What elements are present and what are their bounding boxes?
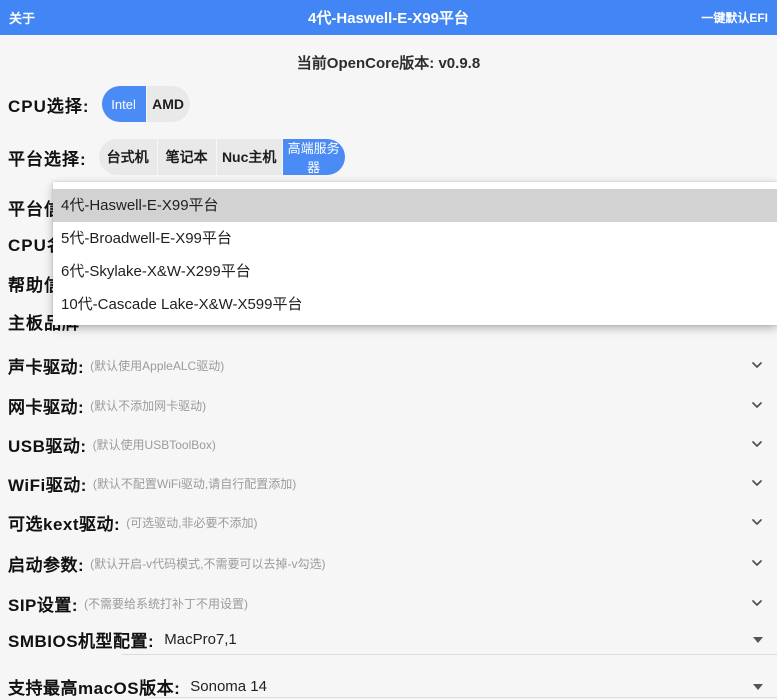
usb-driver-label: USB驱动: [8, 432, 87, 457]
page-title: 4代-Haswell-E-X99平台 [0, 7, 777, 28]
cpu-segmented-control: Intel AMD [102, 86, 190, 122]
boot-args-row[interactable]: 启动参数: (默认开启-v代码模式,不需要可以去掉-v勾选) [0, 550, 777, 576]
optional-kext-label: 可选kext驱动: [8, 510, 120, 535]
ethernet-driver-label: 网卡驱动: [8, 393, 84, 418]
boot-args-label: 启动参数: [8, 551, 84, 576]
wifi-driver-label: WiFi驱动: [8, 471, 87, 496]
wifi-driver-row[interactable]: WiFi驱动: (默认不配置WiFi驱动,请自行配置添加) [0, 470, 777, 496]
header-bar: 关于 4代-Haswell-E-X99平台 一键默认EFI [0, 0, 777, 35]
platform-option-server[interactable]: 高端服务器 [283, 139, 345, 175]
smbios-select-row: SMBIOS机型配置: MacPro7,1 [0, 626, 777, 652]
audio-driver-label: 声卡驱动: [8, 353, 84, 378]
ethernet-driver-row[interactable]: 网卡驱动: (默认不添加网卡驱动) [0, 392, 777, 418]
opencore-version-text: 当前OpenCore版本: v0.9.8 [0, 52, 777, 73]
platform-option-nuc[interactable]: Nuc主机 [217, 139, 282, 175]
macos-version-label: 支持最高macOS版本: [8, 674, 180, 699]
smbios-select[interactable]: MacPro7,1 [164, 631, 237, 648]
sip-settings-hint: (不需要给系统打补丁不用设置) [84, 595, 248, 612]
platform-segmented-control: 台式机 笔记本 Nuc主机 高端服务器 [99, 139, 345, 175]
smbios-label: SMBIOS机型配置: [8, 627, 154, 652]
chevron-down-icon[interactable] [749, 595, 765, 611]
dropdown-caret-icon[interactable] [753, 684, 763, 690]
optional-kext-hint: (可选驱动,非必要不添加) [126, 514, 257, 531]
smbios-select-underline [122, 654, 777, 655]
platform-select-row: 平台选择: 台式机 笔记本 Nuc主机 高端服务器 [8, 139, 345, 175]
cpu-option-amd[interactable]: AMD [147, 86, 190, 122]
about-button[interactable]: 关于 [9, 8, 35, 27]
chevron-down-icon[interactable] [749, 397, 765, 413]
platform-select-label: 平台选择: [8, 145, 87, 170]
chevron-down-icon[interactable] [749, 436, 765, 452]
usb-driver-hint: (默认使用USBToolBox) [93, 436, 216, 453]
macos-select-underline [150, 697, 777, 698]
chevron-down-icon[interactable] [749, 555, 765, 571]
wifi-driver-hint: (默认不配置WiFi驱动,请自行配置添加) [93, 475, 296, 492]
cpu-select-label: CPU选择: [8, 92, 90, 117]
boot-args-hint: (默认开启-v代码模式,不需要可以去掉-v勾选) [90, 555, 325, 572]
chevron-down-icon[interactable] [749, 514, 765, 530]
platform-dropdown-menu: 4代-Haswell-E-X99平台 5代-Broadwell-E-X99平台 … [53, 182, 777, 325]
default-efi-button[interactable]: 一键默认EFI [701, 9, 768, 26]
opencore-config-window: 关于 4代-Haswell-E-X99平台 一键默认EFI 当前OpenCore… [0, 0, 777, 700]
audio-driver-row[interactable]: 声卡驱动: (默认使用AppleALC驱动) [0, 352, 777, 378]
cpu-option-intel[interactable]: Intel [102, 86, 146, 122]
dropdown-caret-icon[interactable] [753, 637, 763, 643]
audio-driver-hint: (默认使用AppleALC驱动) [90, 357, 224, 374]
dropdown-option-cascadelake[interactable]: 10代-Cascade Lake-X&W-X599平台 [53, 288, 777, 321]
platform-option-desktop[interactable]: 台式机 [99, 139, 157, 175]
optional-kext-row[interactable]: 可选kext驱动: (可选驱动,非必要不添加) [0, 509, 777, 535]
dropdown-option-broadwell[interactable]: 5代-Broadwell-E-X99平台 [53, 222, 777, 255]
sip-settings-row[interactable]: SIP设置: (不需要给系统打补丁不用设置) [0, 590, 777, 616]
usb-driver-row[interactable]: USB驱动: (默认使用USBToolBox) [0, 431, 777, 457]
chevron-down-icon[interactable] [749, 475, 765, 491]
cpu-select-row: CPU选择: Intel AMD [8, 86, 190, 122]
sip-settings-label: SIP设置: [8, 591, 78, 616]
dropdown-option-skylake[interactable]: 6代-Skylake-X&W-X299平台 [53, 255, 777, 288]
platform-option-laptop[interactable]: 笔记本 [158, 139, 216, 175]
macos-version-row: 支持最高macOS版本: Sonoma 14 [0, 673, 777, 699]
ethernet-driver-hint: (默认不添加网卡驱动) [90, 397, 206, 414]
macos-version-select[interactable]: Sonoma 14 [190, 678, 267, 695]
chevron-down-icon[interactable] [749, 357, 765, 373]
dropdown-option-haswell[interactable]: 4代-Haswell-E-X99平台 [53, 189, 777, 222]
